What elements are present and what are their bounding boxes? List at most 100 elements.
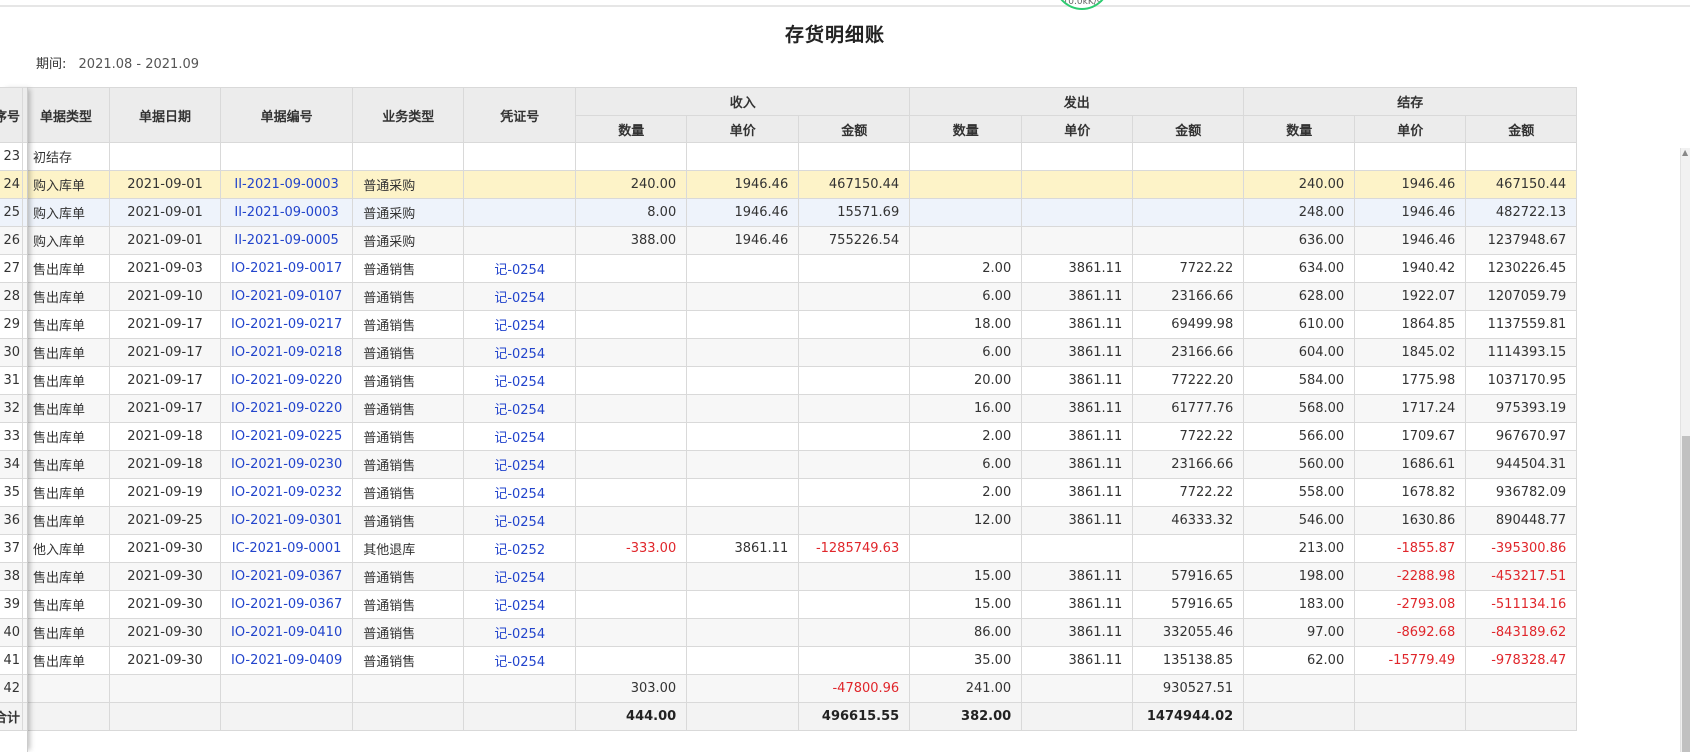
- doc-no-link[interactable]: IO-2021-09-0409: [219, 646, 354, 675]
- table-row[interactable]: 37 他入库单 2021-09-30 IC-2021-09-0001 其他退库 记-025…: [0, 534, 1578, 563]
- table-row[interactable]: 32 售出库单 2021-09-17 IO-2021-09-0220 普通销售 记-025…: [0, 394, 1578, 423]
- doc-type-cell: 售出库单: [22, 282, 110, 311]
- table-row[interactable]: 31 售出库单 2021-09-17 IO-2021-09-0220 普通销售 记-025…: [0, 366, 1578, 395]
- doc-no-link[interactable]: IO-2021-09-0232: [219, 478, 354, 507]
- in-price-cell: [686, 590, 800, 619]
- table-row[interactable]: 23 初结存: [0, 142, 1578, 171]
- footer-cell: [1354, 702, 1467, 731]
- scrollbar-thumb[interactable]: [1682, 436, 1690, 752]
- bal-qty-cell: 97.00: [1243, 618, 1356, 647]
- voucher-link[interactable]: 记-0254: [463, 562, 577, 591]
- doc-no-link[interactable]: IO-2021-09-0367: [219, 562, 354, 591]
- doc-no-link[interactable]: IO-2021-09-0301: [219, 506, 354, 535]
- bal-price-cell: -2288.98: [1354, 562, 1467, 591]
- col-biz-type[interactable]: 业务类型: [352, 87, 465, 143]
- out-qty-cell: 16.00: [909, 394, 1023, 423]
- voucher-link[interactable]: 记-0254: [463, 478, 577, 507]
- scroll-up-arrow-icon[interactable]: ▲: [1682, 148, 1688, 157]
- in-price-cell: [686, 506, 800, 535]
- voucher-link[interactable]: 记-0254: [463, 506, 577, 535]
- doc-type-cell: 售出库单: [22, 422, 110, 451]
- col-out-qty[interactable]: 数量: [909, 115, 1023, 143]
- table-row[interactable]: 39 售出库单 2021-09-30 IO-2021-09-0367 普通销售 记-025…: [0, 590, 1578, 619]
- table-row[interactable]: 25 购入库单 2021-09-01 II-2021-09-0003 普通采购 8.00 1…: [0, 198, 1578, 227]
- table-row[interactable]: 24 购入库单 2021-09-01 II-2021-09-0003 普通采购 240.0…: [0, 170, 1578, 199]
- ledger-table-container[interactable]: 序号 单据类型 单据日期 单据编号 业务类型 凭证号 收入 发出 结存 数量 单…: [0, 87, 1680, 752]
- doc-no-link[interactable]: II-2021-09-0003: [219, 170, 354, 199]
- voucher-link[interactable]: 记-0254: [463, 646, 577, 675]
- in-amount-cell: [798, 338, 911, 367]
- bal-price-cell: 1946.46: [1354, 198, 1467, 227]
- vertical-scrollbar[interactable]: ▲: [1680, 148, 1690, 752]
- col-bal-price[interactable]: 单价: [1354, 115, 1467, 143]
- doc-type-cell: 售出库单: [22, 450, 110, 479]
- doc-no-link[interactable]: IO-2021-09-0220: [219, 394, 354, 423]
- bal-qty-cell: 610.00: [1243, 310, 1356, 339]
- doc-no-link[interactable]: IO-2021-09-0017: [219, 254, 354, 283]
- bal-qty-cell: [1243, 142, 1356, 171]
- doc-no-link[interactable]: IC-2021-09-0001: [219, 534, 354, 563]
- doc-no-link[interactable]: II-2021-09-0003: [219, 198, 354, 227]
- table-row[interactable]: 34 售出库单 2021-09-18 IO-2021-09-0230 普通销售 记-025…: [0, 450, 1578, 479]
- doc-date-cell: 2021-09-17: [109, 394, 221, 423]
- doc-no-link[interactable]: IO-2021-09-0230: [219, 450, 354, 479]
- col-doc-no[interactable]: 单据编号: [219, 87, 354, 143]
- table-row[interactable]: 42 303.00 -47800.96 241.00 930527.51: [0, 674, 1578, 703]
- voucher-link[interactable]: 记-0254: [463, 422, 577, 451]
- table-row[interactable]: 26 购入库单 2021-09-01 II-2021-09-0005 普通采购 388.0…: [0, 226, 1578, 255]
- voucher-link[interactable]: 记-0254: [463, 338, 577, 367]
- col-voucher[interactable]: 凭证号: [463, 87, 577, 143]
- table-row[interactable]: 38 售出库单 2021-09-30 IO-2021-09-0367 普通销售 记-025…: [0, 562, 1578, 591]
- doc-no-link[interactable]: IO-2021-09-0107: [219, 282, 354, 311]
- table-row[interactable]: 35 售出库单 2021-09-19 IO-2021-09-0232 普通销售 记-025…: [0, 478, 1578, 507]
- period-info: 期间: 2021.08 - 2021.09: [36, 53, 199, 72]
- row-index: 34: [0, 450, 23, 479]
- voucher-link[interactable]: 记-0254: [463, 394, 577, 423]
- doc-no-link[interactable]: IO-2021-09-0220: [219, 366, 354, 395]
- voucher-link[interactable]: 记-0254: [463, 590, 577, 619]
- table-row[interactable]: 36 售出库单 2021-09-25 IO-2021-09-0301 普通销售 记-025…: [0, 506, 1578, 535]
- col-bal-qty[interactable]: 数量: [1243, 115, 1356, 143]
- col-doc-type[interactable]: 单据类型: [22, 87, 110, 143]
- voucher-link[interactable]: 记-0254: [463, 310, 577, 339]
- table-row[interactable]: 33 售出库单 2021-09-18 IO-2021-09-0225 普通销售 记-025…: [0, 422, 1578, 451]
- col-in-price[interactable]: 单价: [686, 115, 800, 143]
- bal-amount-cell: -511134.16: [1465, 590, 1578, 619]
- table-row[interactable]: 27 售出库单 2021-09-03 IO-2021-09-0017 普通销售 记-025…: [0, 254, 1578, 283]
- bal-price-cell: [1354, 674, 1467, 703]
- voucher-link[interactable]: 记-0254: [463, 366, 577, 395]
- doc-no-link[interactable]: IO-2021-09-0367: [219, 590, 354, 619]
- bal-amount-cell: 975393.19: [1465, 394, 1578, 423]
- doc-no-link[interactable]: II-2021-09-0005: [219, 226, 354, 255]
- voucher-link[interactable]: 记-0252: [463, 534, 577, 563]
- col-row-no[interactable]: 序号: [0, 87, 23, 143]
- doc-no-link[interactable]: IO-2021-09-0218: [219, 338, 354, 367]
- col-doc-date[interactable]: 单据日期: [109, 87, 221, 143]
- col-out-amount[interactable]: 金额: [1132, 115, 1245, 143]
- out-amount-cell: 69499.98: [1132, 310, 1245, 339]
- table-row[interactable]: 28 售出库单 2021-09-10 IO-2021-09-0107 普通销售 记-025…: [0, 282, 1578, 311]
- footer-cell: [1243, 702, 1356, 731]
- col-bal-amount[interactable]: 金额: [1465, 115, 1578, 143]
- voucher-link[interactable]: 记-0254: [463, 450, 577, 479]
- voucher-link[interactable]: 记-0254: [463, 254, 577, 283]
- doc-type-cell: 他入库单: [22, 534, 110, 563]
- doc-no-link[interactable]: IO-2021-09-0225: [219, 422, 354, 451]
- doc-date-cell: 2021-09-25: [109, 506, 221, 535]
- col-in-qty[interactable]: 数量: [575, 115, 688, 143]
- table-row[interactable]: 40 售出库单 2021-09-30 IO-2021-09-0410 普通销售 记-025…: [0, 618, 1578, 647]
- col-out-price[interactable]: 单价: [1021, 115, 1134, 143]
- table-row[interactable]: 41 售出库单 2021-09-30 IO-2021-09-0409 普通销售 记-025…: [0, 646, 1578, 675]
- doc-no-link[interactable]: IO-2021-09-0410: [219, 618, 354, 647]
- voucher-link[interactable]: 记-0254: [463, 618, 577, 647]
- doc-no-link[interactable]: IO-2021-09-0217: [219, 310, 354, 339]
- voucher-link[interactable]: 记-0254: [463, 282, 577, 311]
- in-price-cell: 3861.11: [686, 534, 800, 563]
- out-amount-cell: 7722.22: [1132, 254, 1245, 283]
- out-qty-cell: 241.00: [909, 674, 1023, 703]
- out-amount-cell: 23166.66: [1132, 338, 1245, 367]
- in-amount-cell: [798, 590, 911, 619]
- col-in-amount[interactable]: 金额: [798, 115, 911, 143]
- table-row[interactable]: 30 售出库单 2021-09-17 IO-2021-09-0218 普通销售 记-025…: [0, 338, 1578, 367]
- table-row[interactable]: 29 售出库单 2021-09-17 IO-2021-09-0217 普通销售 记-025…: [0, 310, 1578, 339]
